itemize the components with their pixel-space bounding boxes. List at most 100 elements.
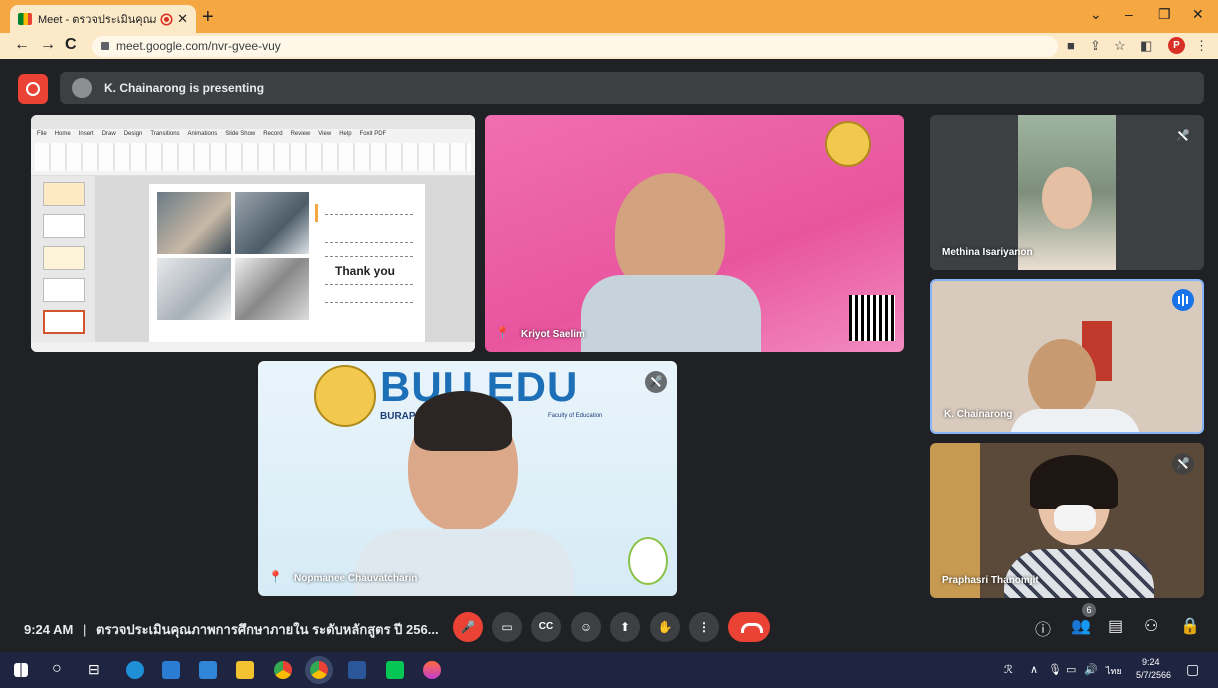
forward-button[interactable]: →: [40, 36, 56, 54]
browser-menu-icon[interactable]: ⋮: [1195, 38, 1208, 54]
ppt-menu-item: Slide Show: [225, 131, 256, 137]
mic-tray-icon[interactable]: 🎙: [1048, 663, 1062, 676]
store-icon[interactable]: [162, 661, 180, 679]
browser-tab-meet[interactable]: Meet - ตรวจประเมินคุณภาพการ ✕: [10, 5, 196, 33]
participant-tile-methina[interactable]: 🎤 Methina Isariyanon: [930, 115, 1204, 270]
participant-hair: [414, 391, 512, 451]
ppt-menu-item: Animations: [187, 131, 218, 137]
search-icon[interactable]: ○: [52, 660, 62, 678]
meet-control-bar: 9:24 AM | ตรวจประเมินคุณภาพการศึกษาภายใน…: [0, 600, 1218, 652]
participant-tile-nopmanee[interactable]: BUU EDU BURAPHA Faculty of Education 🎤 📍…: [258, 361, 677, 596]
network-icon[interactable]: ▭: [1066, 663, 1076, 676]
meeting-details-icon[interactable]: ⓘ: [1035, 616, 1051, 640]
windows-taskbar: ○ ⊟ ℛ ∧ 🎙 ▭ 🔊 ไทย 9:24 5/7/2566 ▢: [0, 652, 1218, 688]
camera-indicator-icon[interactable]: ■: [1067, 38, 1075, 53]
camera-toggle-button[interactable]: ▭: [492, 612, 522, 642]
slide-photo: [235, 258, 309, 320]
back-button[interactable]: ←: [14, 36, 30, 54]
qr-code-icon: [849, 295, 895, 341]
emoji-reaction-button[interactable]: ☺: [571, 612, 601, 642]
edge-icon[interactable]: [126, 661, 144, 679]
present-screen-button[interactable]: ⬆: [610, 612, 640, 642]
ppt-canvas: Thank you: [95, 176, 475, 344]
ppt-menu-item: View: [318, 131, 332, 137]
line-app-icon[interactable]: [386, 661, 404, 679]
ppt-menu-item: Record: [263, 131, 283, 137]
side-panel-icon[interactable]: ◧: [1140, 38, 1152, 54]
more-options-button[interactable]: ⋮: [689, 612, 719, 642]
slide-thumbnail: [43, 182, 85, 206]
participant-video-body: [581, 275, 761, 352]
green-logo-icon: [628, 537, 668, 585]
url-input[interactable]: meet.google.com/nvr-gvee-vuy: [92, 36, 1058, 57]
participant-name: K. Chainarong: [944, 409, 1013, 420]
reload-button[interactable]: C: [65, 36, 77, 54]
task-view-icon[interactable]: ⊟: [88, 661, 100, 678]
mic-off-icon: 🎤: [1172, 125, 1194, 147]
ppt-menu-item: Draw: [101, 131, 116, 137]
slide-photo: [157, 192, 231, 254]
file-explorer-icon[interactable]: [236, 661, 254, 679]
share-icon[interactable]: ⇪: [1090, 38, 1101, 54]
ppt-menu-item: Home: [54, 131, 71, 137]
mic-toggle-button[interactable]: 🎤: [453, 612, 483, 642]
ppt-menu-item: Insert: [78, 131, 94, 137]
university-seal-icon: [825, 121, 871, 167]
slide-thumbnail: [43, 278, 85, 302]
tab-title: Meet - ตรวจประเมินคุณภาพการ: [38, 14, 156, 26]
participant-video-body: [1004, 549, 1154, 598]
chat-icon[interactable]: ▤: [1108, 616, 1123, 636]
meet-stage: K. Chainarong is presenting File Home In…: [0, 59, 1218, 652]
pin-icon[interactable]: 📍: [268, 570, 283, 584]
university-seal-icon: [314, 365, 376, 427]
people-icon[interactable]: 👥: [1071, 616, 1091, 636]
tray-chevron-icon[interactable]: ∧: [1030, 663, 1038, 676]
ppt-menu-item: Foxit PDF: [359, 131, 387, 137]
raise-hand-button[interactable]: ✋: [650, 612, 680, 642]
people-tray-icon[interactable]: ℛ: [1004, 663, 1013, 676]
bookmark-star-icon[interactable]: ☆: [1114, 38, 1126, 54]
ppt-slide: Thank you: [149, 184, 425, 344]
participant-face: [1028, 339, 1096, 417]
ppt-thumbnail-pane: [31, 176, 95, 342]
app-icon[interactable]: [423, 661, 441, 679]
slide-thank-you-text: Thank you: [335, 264, 396, 278]
participant-name: Kriyot Saelim: [521, 329, 585, 340]
slide-accent-bar: [315, 204, 318, 222]
language-indicator[interactable]: ไทย: [1106, 664, 1122, 678]
mic-off-icon: 🎤: [1172, 453, 1194, 475]
address-bar-row: ← → C meet.google.com/nvr-gvee-vuy ■ ⇪ ☆…: [0, 33, 1218, 59]
captions-button[interactable]: CC: [531, 612, 561, 642]
tab-close-icon[interactable]: ✕: [177, 11, 188, 27]
chrome-icon[interactable]: [274, 661, 292, 679]
participant-face: [1042, 167, 1092, 229]
word-icon[interactable]: [348, 661, 366, 679]
slide-thumbnail: [43, 214, 85, 238]
close-window-button[interactable]: ✕: [1192, 6, 1204, 23]
mail-icon[interactable]: [199, 661, 217, 679]
participant-tile-praphasri[interactable]: 🎤 Praphasri Thanomjit: [930, 443, 1204, 598]
clock-time[interactable]: 9:24: [1142, 657, 1160, 667]
maximize-button[interactable]: ❐: [1158, 6, 1171, 23]
minimize-button[interactable]: –: [1125, 6, 1133, 22]
windows-start-icon[interactable]: [14, 663, 28, 677]
participant-tile-kriyot[interactable]: 📍 Kriyot Saelim: [485, 115, 904, 352]
ppt-menu-item: Help: [339, 131, 352, 137]
participant-tile-chainarong[interactable]: K. Chainarong: [930, 279, 1204, 434]
slide-placeholder-line: [325, 284, 413, 285]
participant-name: Praphasri Thanomjit: [942, 575, 1039, 586]
recording-indicator-icon: [162, 14, 172, 24]
notification-icon[interactable]: ▢: [1186, 661, 1199, 678]
activities-icon[interactable]: ⚇: [1144, 616, 1158, 636]
presentation-tile[interactable]: File Home Insert Draw Design Transitions…: [31, 115, 475, 352]
volume-icon[interactable]: 🔊: [1084, 663, 1098, 676]
chrome-active-icon[interactable]: [305, 656, 333, 684]
tab-search-icon[interactable]: ⌄: [1090, 6, 1102, 23]
leave-call-button[interactable]: [728, 612, 770, 642]
clock-date[interactable]: 5/7/2566: [1136, 670, 1171, 680]
pin-icon[interactable]: 📍: [495, 326, 510, 340]
recording-button[interactable]: [18, 74, 48, 104]
profile-avatar[interactable]: P: [1168, 37, 1185, 54]
new-tab-button[interactable]: +: [202, 6, 214, 29]
host-controls-icon[interactable]: 🔒: [1180, 616, 1200, 636]
